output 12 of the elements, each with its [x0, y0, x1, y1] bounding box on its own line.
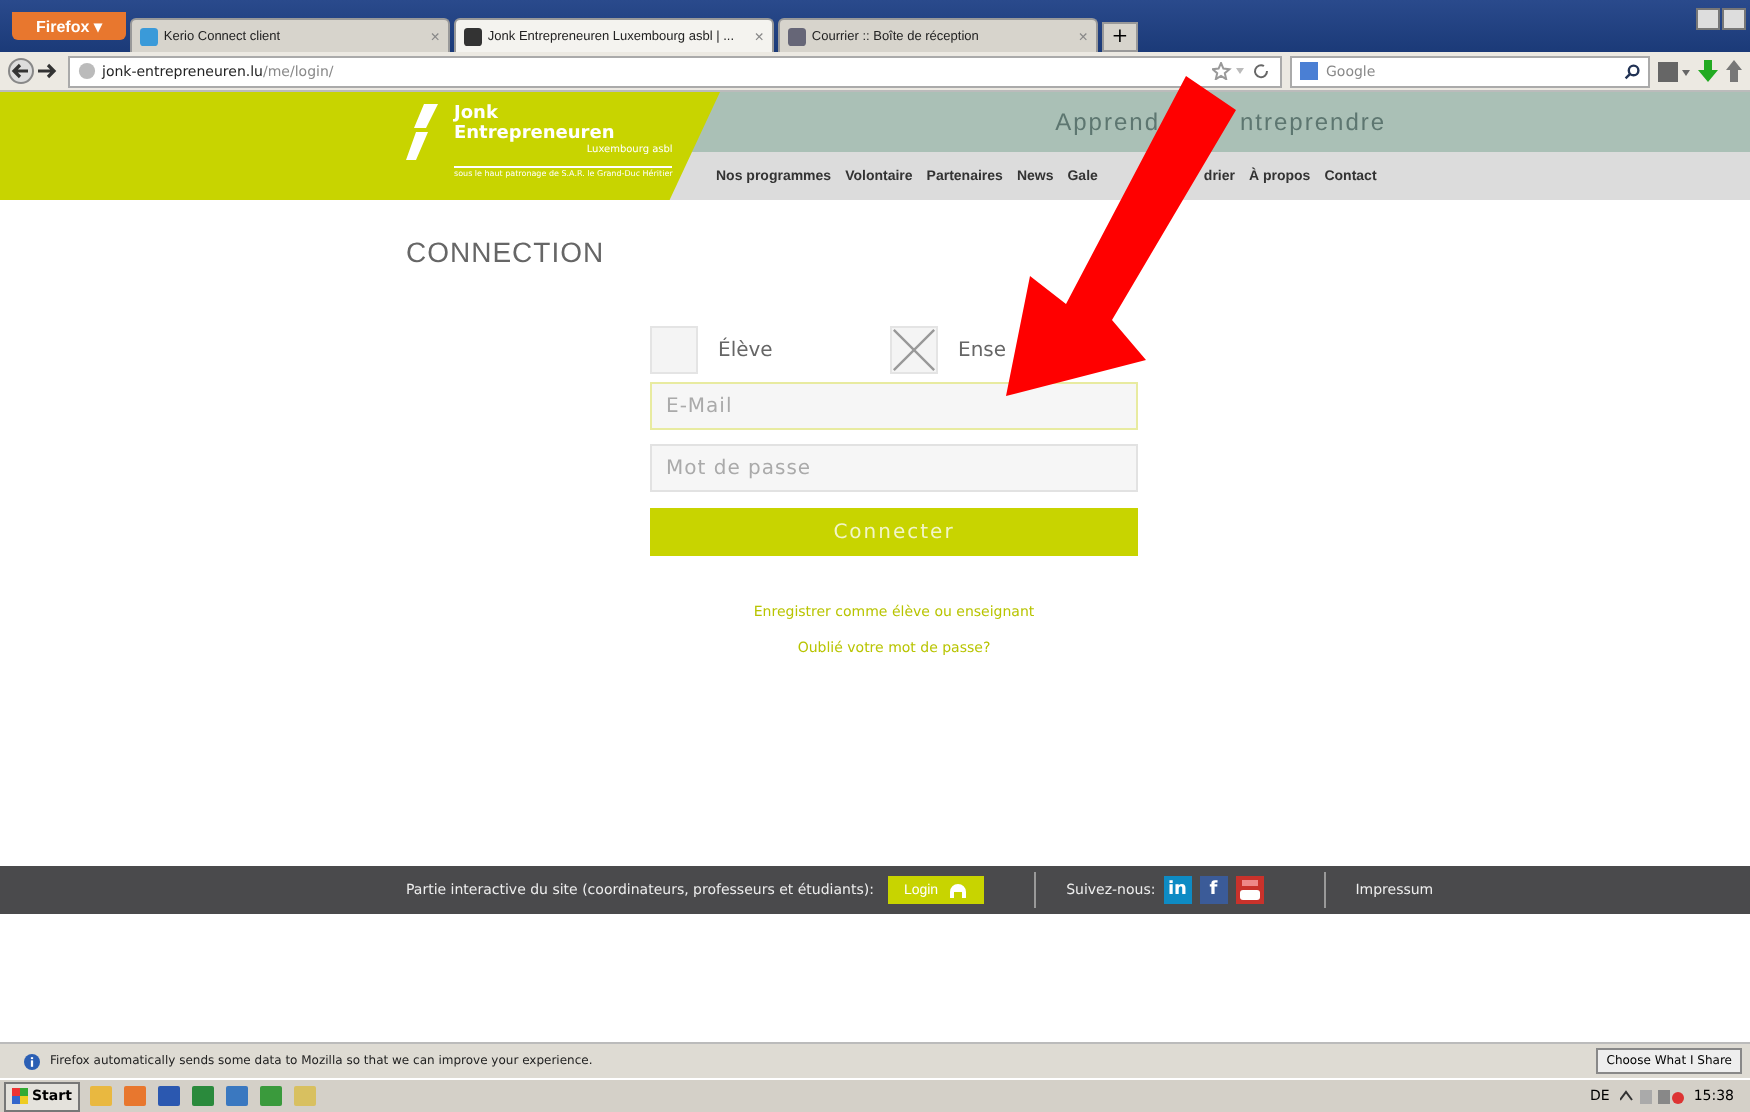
- role-label: Ense: [958, 339, 1007, 361]
- email-field[interactable]: E-Mail: [650, 382, 1138, 430]
- logo-title: Entrepreneuren: [454, 124, 617, 144]
- tagline-text: Apprend: [1053, 108, 1160, 136]
- role-label: Élève: [718, 339, 773, 361]
- password-field[interactable]: Mot de passe: [650, 444, 1138, 492]
- page-heading: CONNECTION: [406, 236, 605, 268]
- new-tab-button[interactable]: +: [1101, 22, 1138, 52]
- linkedin-link[interactable]: in: [1163, 876, 1192, 904]
- facebook-link[interactable]: f: [1199, 876, 1228, 904]
- logo-title: Jonk: [454, 104, 500, 124]
- tagline-text: ntreprendre: [1240, 108, 1387, 136]
